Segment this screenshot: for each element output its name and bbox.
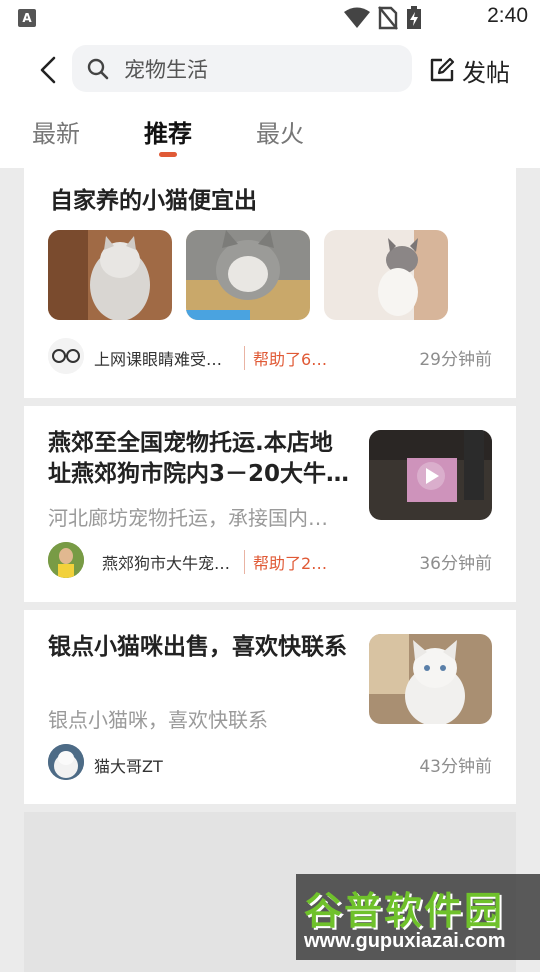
tab-bar: 最新 推荐 最火 — [0, 112, 540, 164]
tab-latest[interactable]: 最新 — [32, 114, 80, 149]
post-card[interactable]: 自家养的小猫便宜出 上网课眼睛难受… 帮助了6… 29分钟前 — [24, 168, 516, 398]
avatar[interactable] — [48, 338, 84, 374]
post-title: 银点小猫咪出售，喜欢快联系 — [48, 634, 347, 660]
app-notification-icon: A — [18, 9, 36, 27]
search-input[interactable]: 宠物生活 — [72, 45, 412, 92]
status-bar: A 2:40 — [0, 0, 540, 36]
helped-count: 帮助了6… — [244, 346, 327, 370]
watermark-url: www.gupuxiazai.com — [304, 930, 506, 952]
post-label: 发帖 — [462, 58, 510, 87]
active-tab-indicator — [159, 152, 177, 157]
chevron-left-icon — [40, 56, 56, 84]
battery-charging-icon — [407, 6, 421, 29]
post-summary: 银点小猫咪，喜欢快联系 — [48, 708, 268, 732]
post-title: 燕郊至全国宠物托运.本店地址燕郊狗市院内3－20大牛… — [48, 430, 350, 487]
status-time: 2:40 — [487, 4, 528, 27]
back-button[interactable] — [30, 52, 66, 88]
no-sim-icon — [378, 6, 398, 30]
cat-photo-thumbnail[interactable] — [324, 230, 448, 320]
helped-count: 帮助了2… — [244, 550, 327, 574]
watermark: 谷普软件园 www.gupuxiazai.com — [296, 874, 540, 960]
author-name[interactable]: 上网课眼睛难受… — [94, 346, 222, 370]
header: 宠物生活 发帖 最新 推荐 最火 — [0, 36, 540, 168]
post-time: 36分钟前 — [419, 554, 492, 574]
avatar[interactable] — [48, 744, 84, 780]
cat-photo-thumbnail[interactable] — [48, 230, 172, 320]
post-button[interactable]: 发帖 — [428, 50, 510, 90]
cat-photo-thumbnail[interactable] — [369, 634, 492, 724]
video-thumbnail[interactable] — [369, 430, 492, 520]
tab-recommended[interactable]: 推荐 — [144, 114, 192, 149]
search-text: 宠物生活 — [124, 57, 208, 82]
wifi-icon — [344, 7, 370, 28]
cat-photo-thumbnail[interactable] — [186, 230, 310, 320]
tab-hottest[interactable]: 最火 — [256, 114, 304, 149]
edit-icon — [430, 57, 455, 82]
post-time: 43分钟前 — [419, 757, 492, 777]
search-icon — [87, 58, 109, 79]
watermark-title: 谷普软件园 — [304, 889, 505, 933]
avatar[interactable] — [48, 542, 84, 578]
post-time: 29分钟前 — [419, 350, 492, 370]
post-card[interactable]: 燕郊至全国宠物托运.本店地址燕郊狗市院内3－20大牛… 河北廊坊宠物托运，承接国… — [24, 406, 516, 602]
author-name[interactable]: 燕郊狗市大牛宠… — [102, 550, 230, 574]
status-icons — [344, 6, 422, 30]
post-card[interactable]: 银点小猫咪出售，喜欢快联系 银点小猫咪，喜欢快联系 猫大哥ZT 43分钟前 — [24, 610, 516, 804]
post-summary: 河北廊坊宠物托运，承接国内… — [48, 506, 328, 530]
author-name[interactable]: 猫大哥ZT — [94, 753, 163, 777]
post-title: 自家养的小猫便宜出 — [50, 188, 257, 214]
